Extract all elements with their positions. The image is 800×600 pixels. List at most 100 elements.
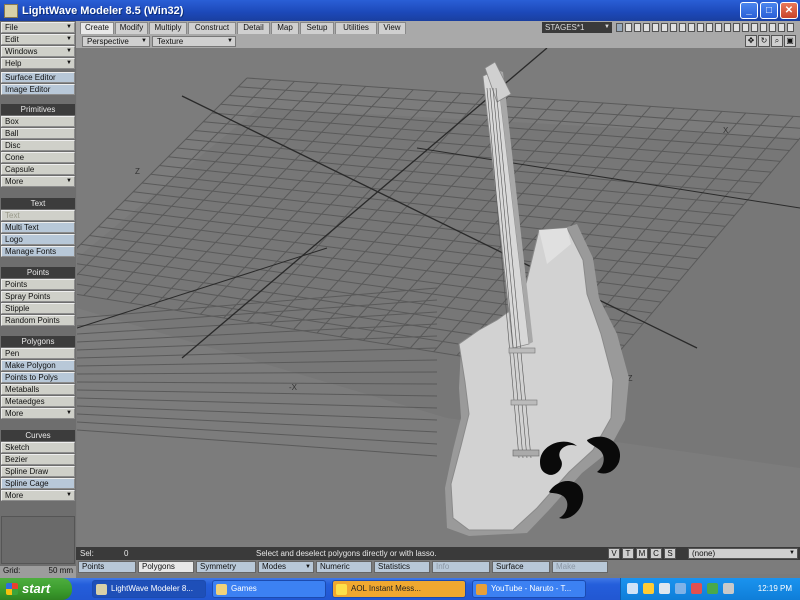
layer-box[interactable] [661,23,668,32]
layer-box[interactable] [634,23,641,32]
layer-box[interactable] [769,23,776,32]
layer-box[interactable] [778,23,785,32]
tab-detail[interactable]: Detail [237,22,270,34]
box-tool[interactable]: Box [1,116,75,127]
points-to-polys-tool[interactable]: Points to Polys [1,372,75,383]
layer-box[interactable] [760,23,767,32]
rotate-icon[interactable]: ↻ [758,35,770,47]
logo-tool[interactable]: Logo [1,234,75,245]
surface-dropdown[interactable]: (none) [688,548,798,559]
metaballs-tool[interactable]: Metaballs [1,384,75,395]
symmetry-button[interactable]: Symmetry [196,561,256,573]
layer-box[interactable] [643,23,650,32]
modes-dropdown[interactable]: Modes [258,561,314,573]
layer-box[interactable] [715,23,722,32]
points-mode-button[interactable]: Points [78,561,136,573]
polygons-more[interactable]: More [1,408,75,419]
layer-box[interactable] [679,23,686,32]
capsule-tool[interactable]: Capsule [1,164,75,175]
toggle-c-button[interactable]: C [650,548,662,559]
tab-create[interactable]: Create [80,22,114,34]
tray-volume-icon[interactable] [675,583,686,594]
bezier-tool[interactable]: Bezier [1,454,75,465]
polygons-mode-button[interactable]: Polygons [138,561,194,573]
spline-draw-tool[interactable]: Spline Draw [1,466,75,477]
statistics-button[interactable]: Statistics [374,561,430,573]
perspective-viewport[interactable]: X Z -X -Z [77,48,800,547]
tray-arrow-icon[interactable] [627,583,638,594]
layer-box[interactable] [625,23,632,32]
random-points-tool[interactable]: Random Points [1,315,75,326]
pan-icon[interactable]: ✥ [745,35,757,47]
tray-network-icon[interactable] [659,583,670,594]
curves-more[interactable]: More [1,490,75,501]
start-button[interactable]: start [0,578,72,600]
maximize-button[interactable]: □ [760,2,778,19]
info-button[interactable]: Info [432,561,490,573]
numeric-button[interactable]: Numeric [316,561,372,573]
toggle-m-button[interactable]: M [636,548,648,559]
task-lightwave[interactable]: LightWave Modeler 8... [92,580,206,598]
stipple-tool[interactable]: Stipple [1,303,75,314]
make-button[interactable]: Make [552,561,608,573]
task-games[interactable]: Games [212,580,326,598]
spline-cage-tool[interactable]: Spline Cage [1,478,75,489]
layer-box[interactable] [733,23,740,32]
surface-button[interactable]: Surface [492,561,550,573]
points-tool[interactable]: Points [1,279,75,290]
metaedges-tool[interactable]: Metaedges [1,396,75,407]
tray-aim-icon[interactable] [643,583,654,594]
task-aol-im[interactable]: AOL Instant Mess... [332,580,466,598]
tab-view[interactable]: View [378,22,406,34]
pen-tool[interactable]: Pen [1,348,75,359]
file-menu[interactable]: File [1,22,75,33]
layer-box[interactable] [652,23,659,32]
shading-dropdown[interactable]: Texture [152,36,236,47]
minimize-button[interactable]: _ [740,2,758,19]
layer-box[interactable] [670,23,677,32]
surface-editor-button[interactable]: Surface Editor [1,72,75,83]
layer-box[interactable] [724,23,731,32]
manage-fonts-button[interactable]: Manage Fonts [1,246,75,257]
layer-box[interactable] [787,23,794,32]
layer-box[interactable] [751,23,758,32]
layer-box[interactable] [706,23,713,32]
view-type-dropdown[interactable]: Perspective [82,36,150,47]
tab-utilities[interactable]: Utilities [335,22,377,34]
ball-tool[interactable]: Ball [1,128,75,139]
cone-tool[interactable]: Cone [1,152,75,163]
spray-points-tool[interactable]: Spray Points [1,291,75,302]
sketch-tool[interactable]: Sketch [1,442,75,453]
primitives-more[interactable]: More [1,176,75,187]
tab-map[interactable]: Map [271,22,299,34]
disc-tool[interactable]: Disc [1,140,75,151]
make-polygon-tool[interactable]: Make Polygon [1,360,75,371]
layer-box[interactable] [616,23,623,32]
tab-setup[interactable]: Setup [300,22,334,34]
stages-dropdown[interactable]: STAGES*1 [542,22,612,33]
layer-box[interactable] [688,23,695,32]
windows-menu[interactable]: Windows [1,46,75,57]
tab-construct[interactable]: Construct [188,22,236,34]
tray-security-icon[interactable] [691,583,702,594]
tab-modify[interactable]: Modify [115,22,148,34]
text-tool[interactable]: Text [1,210,75,221]
help-menu[interactable]: Help [1,58,75,69]
task-label: YouTube - Naruto - T... [491,584,572,593]
toggle-v-button[interactable]: V [608,548,620,559]
multi-text-tool[interactable]: Multi Text [1,222,75,233]
viewport-header: Perspective Texture ✥ ↻ ⌕ ▣ [76,34,800,48]
layer-box[interactable] [697,23,704,32]
tray-misc-icon[interactable] [723,583,734,594]
image-editor-button[interactable]: Image Editor [1,84,75,95]
toggle-t-button[interactable]: T [622,548,634,559]
zoom-icon[interactable]: ⌕ [771,35,783,47]
close-button[interactable]: ✕ [780,2,798,19]
toggle-s-button[interactable]: S [664,548,676,559]
tab-multiply[interactable]: Multiply [149,22,187,34]
layer-box[interactable] [742,23,749,32]
maximize-viewport-icon[interactable]: ▣ [784,35,796,47]
task-youtube[interactable]: YouTube - Naruto - T... [472,580,586,598]
edit-menu[interactable]: Edit [1,34,75,45]
tray-app-icon[interactable] [707,583,718,594]
